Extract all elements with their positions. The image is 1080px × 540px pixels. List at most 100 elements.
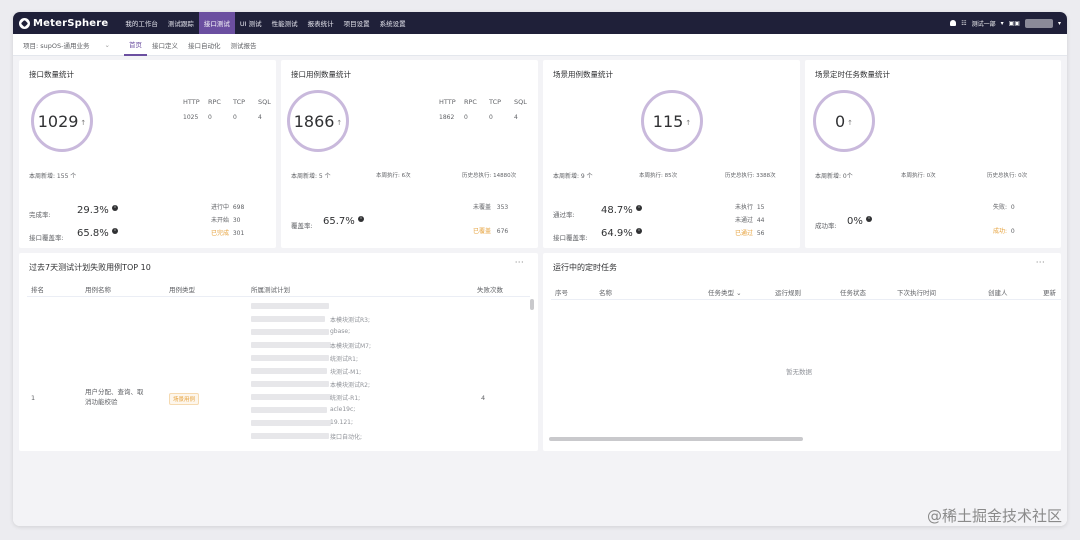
row-case-name: 用户分配、查询、取 消功能校验: [85, 388, 144, 406]
col-sql: SQL: [258, 98, 271, 106]
nav-project-settings[interactable]: 项目设置: [339, 12, 375, 34]
plan-line: 接口自动化;: [330, 434, 363, 441]
redacted-text: [251, 316, 325, 322]
vertical-scrollbar[interactable]: [530, 299, 534, 310]
redacted-text: [251, 355, 329, 361]
coverage-value: 64.9% i: [601, 228, 642, 239]
nav-api-test[interactable]: 接口测试: [198, 12, 235, 34]
panel-title: 过去7天测试计划失败用例TOP 10: [29, 263, 151, 272]
col-index[interactable]: 序号: [555, 287, 568, 297]
new-this-week: 本周新增: 5 个: [291, 173, 331, 180]
filter-icon: ⌄: [736, 289, 742, 297]
info-icon: i: [866, 216, 873, 222]
redacted-text: [251, 394, 331, 400]
nav-workbench[interactable]: 我的工作台: [120, 12, 163, 34]
user-menu-chevron-icon[interactable]: ▾: [1058, 20, 1061, 27]
status-success: 成功: 0: [993, 228, 1015, 235]
col-http: HTTP: [183, 98, 200, 106]
top-right-tools: ☷ 测试一部 ▾ ▣▣ ▾: [950, 18, 1061, 28]
val-http: 1862: [439, 114, 455, 121]
col-case-type[interactable]: 用例类型: [169, 284, 195, 294]
project-label: 项目: supOS-通用业务: [23, 41, 90, 50]
col-creator[interactable]: 创建人: [988, 287, 1008, 297]
exec-history-total: 历史总执行: 3388次: [725, 173, 776, 179]
col-updated[interactable]: 更新: [1043, 287, 1056, 297]
bell-icon[interactable]: [950, 20, 957, 26]
nav-test-track[interactable]: 测试跟踪: [163, 12, 199, 34]
nav-ui-test[interactable]: UI 测试: [235, 12, 267, 34]
api-case-count-card: 接口用例数量统计 1866 ↑ HTTP RPC TCP SQL 1862 0 …: [281, 60, 538, 248]
plan-line: 本模块测试M7;: [330, 343, 372, 350]
arrow-up-icon: ↑: [80, 118, 87, 127]
col-task-type[interactable]: 任务类型 ⌄: [708, 287, 742, 297]
redacted-text: [251, 407, 327, 413]
user-avatar[interactable]: [1024, 18, 1053, 28]
nav-report-stats[interactable]: 报表统计: [303, 12, 339, 34]
info-icon: i: [357, 216, 364, 222]
dashboard-content: 接口数量统计 1029 ↑ HTTP RPC TCP SQL 1025 0 0 …: [13, 56, 1067, 526]
protocol-table: HTTP RPC TCP SQL 1862 0 0 4: [439, 98, 539, 121]
val-rpc: 0: [208, 114, 212, 121]
total-value: 115: [652, 111, 684, 131]
workspace-icon: ☷: [961, 19, 967, 27]
new-this-week: 本周新增: 0个: [815, 173, 853, 180]
coverage-value: 65.7% i: [323, 216, 364, 227]
status-uncovered: 未覆盖 353: [473, 204, 509, 211]
val-sql: 4: [514, 114, 518, 121]
val-http: 1025: [183, 114, 199, 121]
tab-api-definition[interactable]: 接口定义: [147, 34, 183, 56]
plan-line: 本模块测试R2;: [330, 382, 371, 389]
more-icon[interactable]: ···: [515, 258, 524, 267]
col-tcp: TCP: [489, 98, 502, 106]
total-ring: 1029 ↑: [31, 90, 93, 152]
col-run-rule[interactable]: 运行规则: [775, 287, 801, 297]
tab-api-automation[interactable]: 接口自动化: [183, 34, 226, 56]
col-fail-count[interactable]: 失败次数: [477, 284, 503, 294]
header-divider: [27, 296, 530, 297]
info-icon: i: [635, 205, 642, 211]
redacted-text: [251, 303, 329, 309]
pass-rate-label: 通过率:: [553, 211, 575, 219]
horizontal-scrollbar[interactable]: [549, 437, 803, 441]
redacted-text: [251, 329, 329, 335]
tab-test-report[interactable]: 测试报告: [225, 34, 261, 56]
empty-state: 暂无数据: [786, 368, 812, 376]
logo[interactable]: MeterSphere: [19, 17, 109, 29]
col-name[interactable]: 名称: [599, 287, 612, 297]
more-icon[interactable]: ···: [1036, 258, 1045, 267]
complete-rate-value: 29.3% i: [77, 205, 118, 216]
scenario-count-card: 场景用例数量统计 115 ↑ 本周新增: 9 个 本周执行: 85次 历史总执行…: [543, 60, 800, 248]
total-ring: 0 ↑: [813, 90, 875, 152]
coverage-label: 接口覆盖率:: [29, 234, 64, 242]
nav-performance-test[interactable]: 性能测试: [267, 12, 303, 34]
arrow-up-icon: ↑: [847, 118, 854, 127]
col-test-plan[interactable]: 所属测试计划: [251, 284, 290, 294]
chevron-down-icon[interactable]: ▾: [1001, 20, 1004, 27]
tab-home[interactable]: 首页: [123, 34, 147, 56]
status-passed: 已通过 56: [735, 230, 765, 237]
project-selector[interactable]: 项目: supOS-通用业务 ⌄: [23, 40, 110, 50]
total-value: 1866: [293, 111, 335, 131]
col-task-status[interactable]: 任务状态: [840, 287, 866, 297]
col-tcp: TCP: [233, 98, 246, 106]
info-icon: i: [111, 228, 118, 234]
status-fail: 失败: 0: [993, 204, 1015, 211]
metersphere-logo-icon: [19, 17, 30, 29]
val-rpc: 0: [464, 114, 468, 121]
card-title: 场景用例数量统计: [553, 70, 613, 79]
plan-line: 统测试R1;: [330, 356, 359, 363]
col-next-run-time[interactable]: 下次执行时间: [897, 287, 936, 297]
col-case-name[interactable]: 用例名称: [85, 284, 111, 294]
row-rank: 1: [31, 394, 36, 402]
val-sql: 4: [258, 114, 262, 121]
status-in-progress: 进行中 698: [211, 204, 245, 211]
coverage-value: 65.8% i: [77, 228, 118, 239]
val-tcp: 0: [233, 114, 237, 121]
app-name: MeterSphere: [33, 17, 109, 29]
col-rank[interactable]: 排名: [31, 284, 44, 294]
total-ring: 115 ↑: [641, 90, 703, 152]
nav-system-settings[interactable]: 系统设置: [375, 12, 411, 34]
workspace-switcher[interactable]: 测试一部: [972, 19, 996, 28]
language-icon[interactable]: ▣▣: [1009, 20, 1020, 27]
total-value: 1029: [37, 111, 79, 131]
